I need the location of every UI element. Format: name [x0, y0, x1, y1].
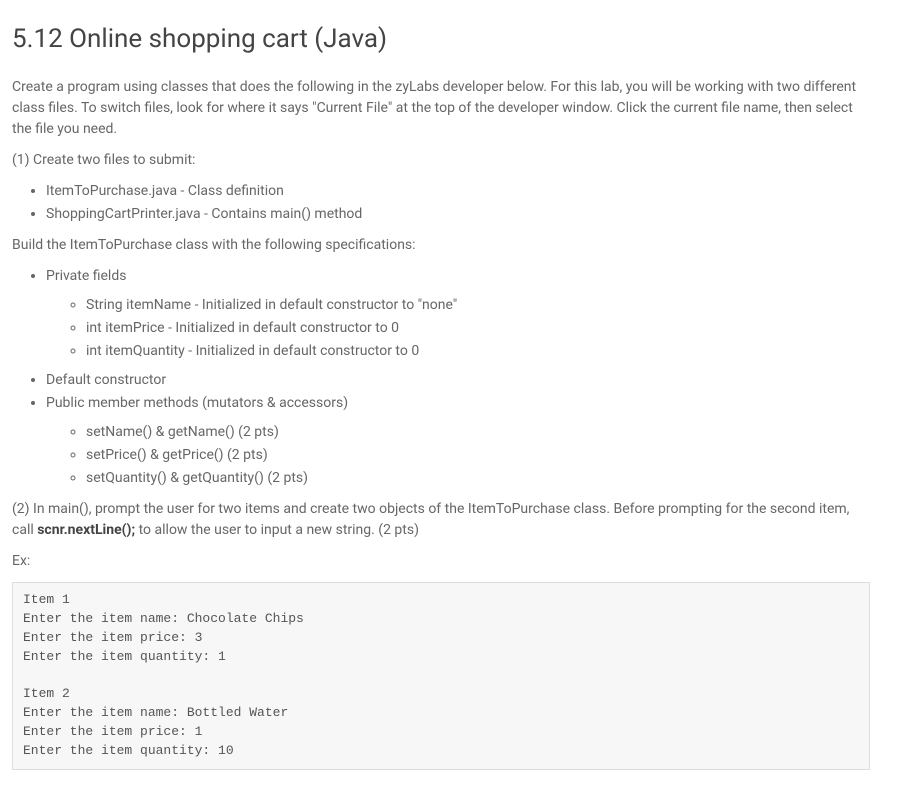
intro-paragraph: Create a program using classes that does… [12, 77, 870, 140]
file-list: ItemToPurchase.java - Class definition S… [12, 181, 870, 225]
build-text: Build the ItemToPurchase class with the … [12, 235, 870, 256]
list-item: int itemQuantity - Initialized in defaul… [86, 341, 870, 362]
public-methods-list: setName() & getName() (2 pts) setPrice()… [46, 422, 870, 489]
step1-heading: (1) Create two files to submit: [12, 150, 870, 171]
list-item: int itemPrice - Initialized in default c… [86, 318, 870, 339]
example-output: Item 1 Enter the item name: Chocolate Ch… [12, 582, 870, 770]
list-item: setName() & getName() (2 pts) [86, 422, 870, 443]
list-item: setPrice() & getPrice() (2 pts) [86, 445, 870, 466]
step2-code: scnr.nextLine(); [37, 522, 135, 538]
private-fields-label: Private fields [46, 268, 126, 284]
list-item: setQuantity() & getQuantity() (2 pts) [86, 468, 870, 489]
list-item: ShoppingCartPrinter.java - Contains main… [46, 204, 870, 225]
public-methods-label: Public member methods (mutators & access… [46, 395, 348, 411]
private-fields-list: String itemName - Initialized in default… [46, 295, 870, 362]
step2-paragraph: (2) In main(), prompt the user for two i… [12, 499, 870, 541]
example-label: Ex: [12, 551, 870, 572]
list-item: Private fields String itemName - Initial… [46, 266, 870, 362]
list-item: Public member methods (mutators & access… [46, 393, 870, 489]
list-item: Default constructor [46, 370, 870, 391]
list-item: ItemToPurchase.java - Class definition [46, 181, 870, 202]
step2-suffix: to allow the user to input a new string.… [135, 522, 419, 538]
spec-list: Private fields String itemName - Initial… [12, 266, 870, 489]
page-title: 5.12 Online shopping cart (Java) [12, 20, 870, 59]
list-item: String itemName - Initialized in default… [86, 295, 870, 316]
